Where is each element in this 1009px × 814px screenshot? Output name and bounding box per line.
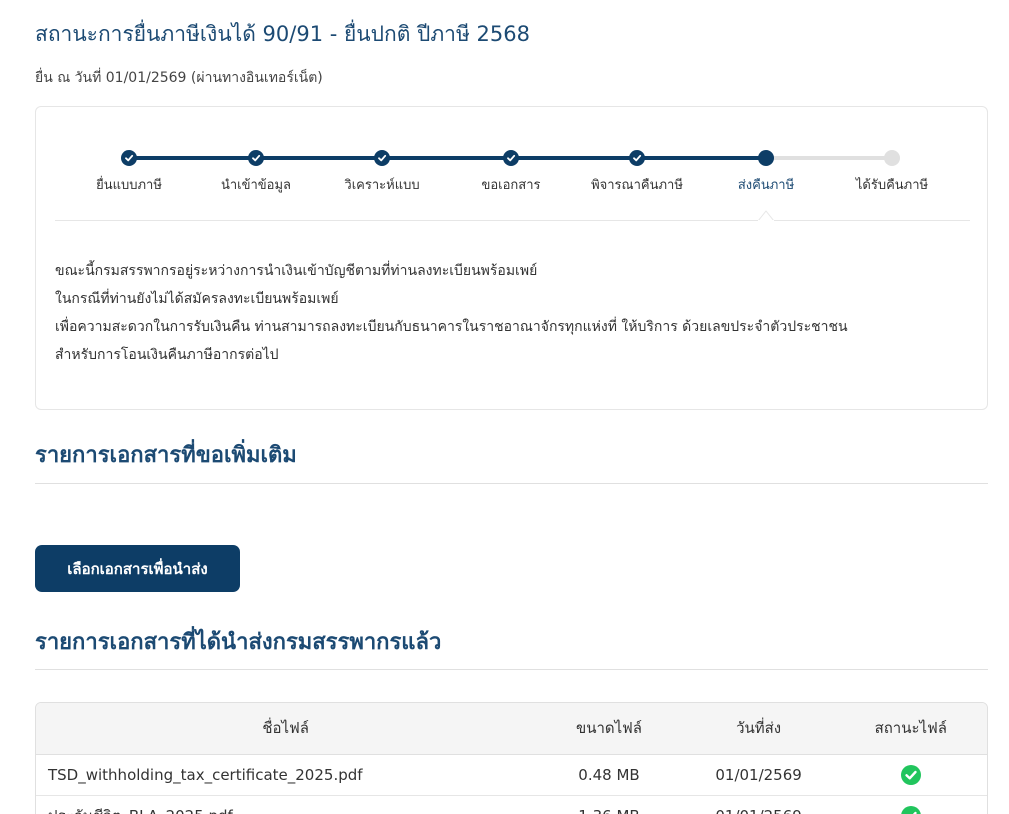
column-header-submit-date: วันที่ส่ง bbox=[682, 703, 835, 755]
table-header-row: ชื่อไฟล์ ขนาดไฟล์ วันที่ส่ง สถานะไฟล์ bbox=[36, 703, 987, 755]
check-icon bbox=[125, 154, 134, 162]
step-done-dot bbox=[503, 150, 519, 166]
stepper-divider bbox=[55, 220, 970, 221]
step-pending-dot bbox=[884, 150, 900, 166]
step-submit: ยื่นแบบภาษี bbox=[59, 150, 199, 195]
step-label: ได้รับคืนภาษี bbox=[855, 178, 929, 193]
submitted-docs-table: ชื่อไฟล์ ขนาดไฟล์ วันที่ส่ง สถานะไฟล์ TS… bbox=[35, 702, 988, 814]
file-name-link[interactable]: ประกันชีวิต_BLA_2025.pdf bbox=[36, 795, 536, 814]
step-request-docs: ขอเอกสาร bbox=[441, 150, 581, 195]
file-status bbox=[834, 754, 987, 796]
step-label: พิจารณาคืนภาษี bbox=[591, 178, 683, 193]
step-current-dot bbox=[758, 150, 774, 166]
column-header-file-status: สถานะไฟล์ bbox=[834, 703, 987, 755]
status-message-line: ขณะนี้กรมสรรพากรอยู่ระหว่างการนำเงินเข้า… bbox=[55, 263, 538, 279]
submitted-docs-title: รายการเอกสารที่ได้นำส่งกรมสรรพากรแล้ว bbox=[35, 630, 442, 655]
step-done-dot bbox=[629, 150, 645, 166]
check-circle-icon bbox=[900, 764, 921, 785]
status-message-line: ในกรณีที่ท่านยังไม่ได้สมัครลงทะเบียนพร้อ… bbox=[55, 291, 339, 307]
check-circle-icon bbox=[900, 805, 921, 814]
column-header-file-name: ชื่อไฟล์ bbox=[36, 703, 536, 755]
submit-info: ยื่น ณ วันที่ 01/01/2569 (ผ่านทางอินเทอร… bbox=[35, 70, 323, 86]
tax-status-page: สถานะการยื่นภาษีเงินได้ 90/91 - ยื่นปกติ… bbox=[0, 0, 1009, 814]
progress-stepper: ยื่นแบบภาษี นำเข้าข้อมูล วิเคราะห์แบบ ขอ… bbox=[36, 107, 989, 221]
step-analyze: วิเคราะห์แบบ bbox=[312, 150, 452, 195]
table-row: TSD_withholding_tax_certificate_2025.pdf… bbox=[36, 754, 987, 796]
file-size: 1.36 MB bbox=[535, 795, 683, 814]
file-status bbox=[834, 795, 987, 814]
step-refund-received: ได้รับคืนภาษี bbox=[822, 150, 962, 195]
current-step-pointer-icon bbox=[758, 210, 774, 221]
status-message-line: เพื่อความสะดวกในการรับเงินคืน ท่านสามารถ… bbox=[55, 319, 848, 335]
step-done-dot bbox=[248, 150, 264, 166]
column-header-file-size: ขนาดไฟล์ bbox=[535, 703, 683, 755]
page-title: สถานะการยื่นภาษีเงินได้ 90/91 - ยื่นปกติ… bbox=[35, 22, 530, 46]
file-name-link[interactable]: TSD_withholding_tax_certificate_2025.pdf bbox=[36, 754, 536, 796]
check-icon bbox=[507, 154, 516, 162]
status-message: ขณะนี้กรมสรรพากรอยู่ระหว่างการนำเงินเข้า… bbox=[55, 257, 848, 369]
status-message-line: สำหรับการโอนเงินคืนภาษีอากรต่อไป bbox=[55, 347, 279, 363]
step-label: ขอเอกสาร bbox=[481, 178, 541, 193]
submit-date: 01/01/2569 bbox=[682, 754, 835, 796]
step-label: วิเคราะห์แบบ bbox=[344, 178, 420, 193]
table-row: ประกันชีวิต_BLA_2025.pdf 1.36 MB 01/01/2… bbox=[36, 795, 987, 814]
step-send-refund: ส่งคืนภาษี bbox=[696, 150, 836, 195]
submit-date: 01/01/2569 bbox=[682, 795, 835, 814]
check-icon bbox=[252, 154, 261, 162]
section-divider bbox=[35, 669, 988, 670]
step-label: ยื่นแบบภาษี bbox=[96, 178, 162, 193]
step-done-dot bbox=[121, 150, 137, 166]
step-label: ส่งคืนภาษี bbox=[737, 178, 795, 193]
step-import: นำเข้าข้อมูล bbox=[186, 150, 326, 195]
check-icon bbox=[378, 154, 387, 162]
check-icon bbox=[633, 154, 642, 162]
select-documents-button[interactable]: เลือกเอกสารเพื่อนำส่ง bbox=[35, 545, 240, 592]
requested-docs-title: รายการเอกสารที่ขอเพิ่มเติม bbox=[35, 443, 297, 468]
section-divider bbox=[35, 483, 988, 484]
step-label: นำเข้าข้อมูล bbox=[220, 178, 292, 193]
file-size: 0.48 MB bbox=[535, 754, 683, 796]
status-card: ยื่นแบบภาษี นำเข้าข้อมูล วิเคราะห์แบบ ขอ… bbox=[35, 106, 988, 410]
step-done-dot bbox=[374, 150, 390, 166]
step-review-refund: พิจารณาคืนภาษี bbox=[567, 150, 707, 195]
